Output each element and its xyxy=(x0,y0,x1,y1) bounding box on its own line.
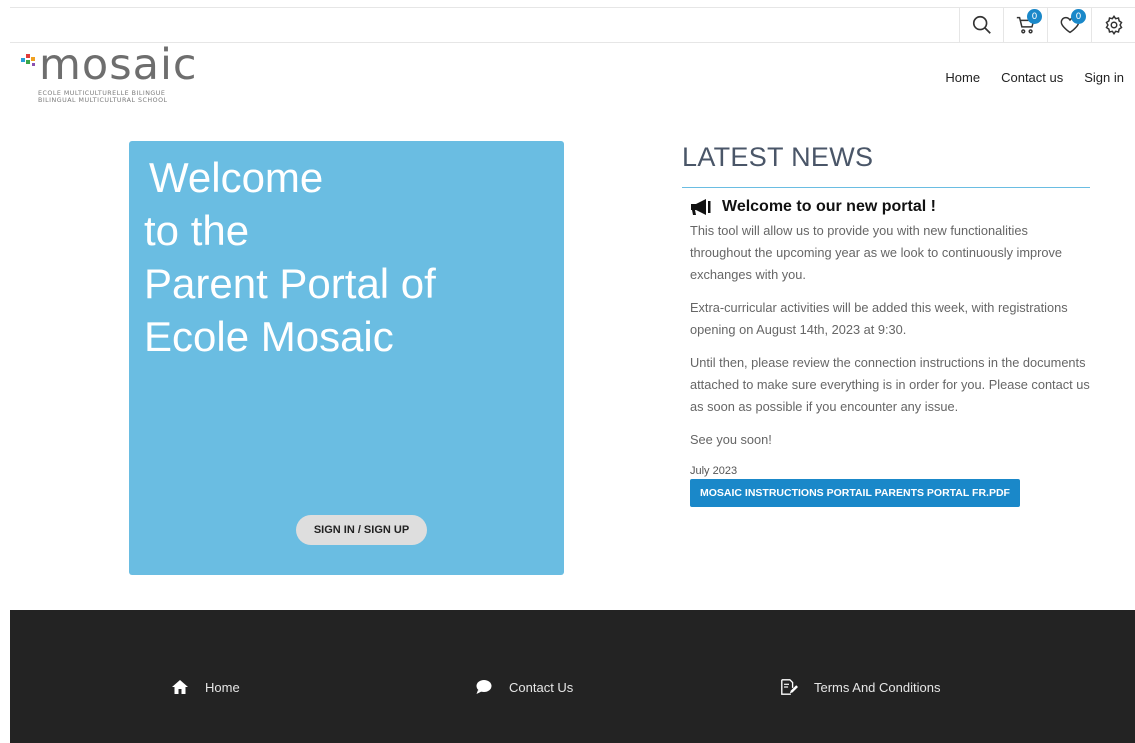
logo-wordmark: mosaic xyxy=(39,40,198,90)
news-paragraph-1: This tool will allow us to provide you w… xyxy=(690,223,1063,282)
document-edit-icon xyxy=(781,679,798,695)
search-button[interactable] xyxy=(959,7,1003,42)
footer-contact-label: Contact Us xyxy=(509,679,574,695)
nav-home[interactable]: Home xyxy=(945,70,980,85)
chat-bubble-icon xyxy=(476,680,492,694)
latest-news-title: LATEST NEWS xyxy=(682,142,874,172)
footer-home-label: Home xyxy=(205,679,240,695)
news-date: July 2023 xyxy=(690,465,738,477)
news-headline-row: Welcome to our new portal ! xyxy=(690,198,1090,216)
footer-contact-link[interactable]: Contact Us xyxy=(475,678,573,696)
latest-news-section: LATEST NEWS Welcome to our new portal ! … xyxy=(682,142,1090,507)
footer-terms-link[interactable]: Terms And Conditions xyxy=(780,678,940,696)
search-icon xyxy=(972,15,991,34)
settings-button[interactable] xyxy=(1091,7,1135,42)
cart-button[interactable]: 0 xyxy=(1003,7,1047,42)
gear-icon xyxy=(1105,14,1122,35)
logo-mosaic-squares-icon xyxy=(21,54,35,66)
logo-tagline-fr: ECOLE MULTICULTURELLE BILINGUE xyxy=(38,90,166,97)
nav-signin[interactable]: Sign in xyxy=(1084,70,1124,85)
news-divider xyxy=(682,187,1090,188)
mosaic-logo[interactable]: mosaic ECOLE MULTICULTURELLE BILINGUE BI… xyxy=(19,44,199,108)
news-article: Welcome to our new portal ! This tool wi… xyxy=(682,198,1090,507)
news-paragraph-2: Extra-curricular activities will be adde… xyxy=(690,300,1068,337)
footer-terms-label: Terms And Conditions xyxy=(814,679,941,695)
cart-count-badge: 0 xyxy=(1027,9,1042,24)
top-icon-bar: 0 0 xyxy=(959,7,1135,42)
welcome-line-2: to the xyxy=(144,207,250,254)
news-headline: Welcome to our new portal ! xyxy=(722,198,936,215)
footer-home-link[interactable]: Home xyxy=(171,678,240,696)
footer: Home Contact Us Terms And Conditions xyxy=(10,610,1135,743)
sign-in-sign-up-button[interactable]: SIGN IN / SIGN UP xyxy=(296,515,427,545)
wishlist-count-badge: 0 xyxy=(1071,9,1086,24)
nav-contact[interactable]: Contact us xyxy=(1001,70,1063,85)
attachment-pdf-button[interactable]: MOSAIC INSTRUCTIONS PORTAIL PARENTS PORT… xyxy=(690,479,1020,507)
news-paragraph-4: See you soon! xyxy=(690,432,772,447)
welcome-line-4: Ecole Mosaic xyxy=(144,313,394,360)
news-paragraph-3: Until then, please review the connection… xyxy=(690,355,1090,414)
wishlist-button[interactable]: 0 xyxy=(1047,7,1091,42)
welcome-panel: Welcome to the Parent Portal of Ecole Mo… xyxy=(129,141,564,575)
main-nav: Home Contact us Sign in xyxy=(945,70,1124,85)
welcome-line-3: Parent Portal of xyxy=(144,260,436,307)
welcome-heading: Welcome to the Parent Portal of Ecole Mo… xyxy=(144,151,436,363)
megaphone-icon xyxy=(691,199,711,215)
logo-tagline-en: BILINGUAL MULTICULTURAL SCHOOL xyxy=(38,97,168,104)
home-icon xyxy=(172,680,188,694)
welcome-line-1: Welcome xyxy=(149,154,324,201)
